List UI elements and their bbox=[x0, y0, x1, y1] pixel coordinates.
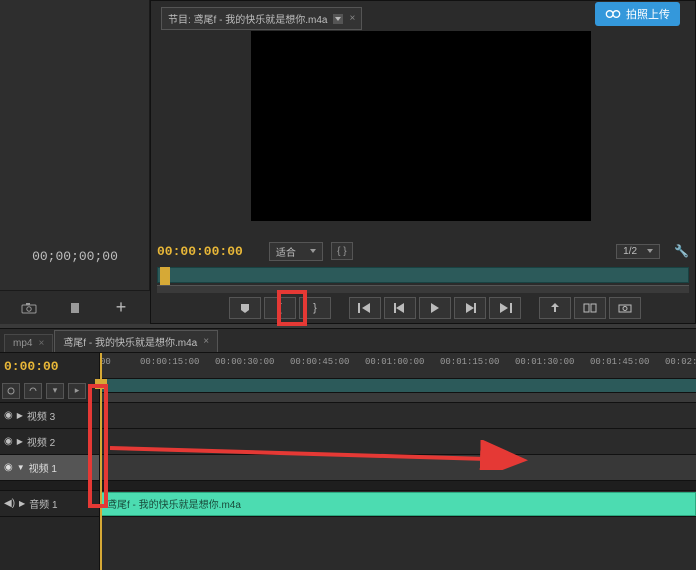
ruler-tick: 00:00:45:00 bbox=[290, 357, 349, 367]
program-scrollbar[interactable] bbox=[157, 285, 689, 293]
program-timecode[interactable]: 00:00:00:00 bbox=[157, 244, 243, 259]
upload-button[interactable]: 拍照上传 bbox=[595, 2, 680, 26]
work-area-bar[interactable] bbox=[100, 379, 696, 393]
expand-icon[interactable]: ▶ bbox=[17, 411, 23, 420]
close-icon[interactable]: × bbox=[38, 338, 44, 349]
sequence-timecode[interactable]: 0:00:00 bbox=[0, 353, 99, 379]
sequence-tabs: mp4 × 鸢尾f - 我的快乐就是想你.m4a × bbox=[0, 329, 696, 353]
program-viewport[interactable] bbox=[251, 31, 591, 221]
annotation-arrow bbox=[110, 440, 540, 470]
ruler-tick: 00:02:00 bbox=[665, 357, 696, 367]
sequence-tab-label: mp4 bbox=[13, 338, 32, 349]
track-divider bbox=[0, 481, 99, 491]
ruler-tick: 00:00:30:00 bbox=[215, 357, 274, 367]
snap-button[interactable] bbox=[2, 383, 20, 399]
step-back-button[interactable] bbox=[384, 297, 416, 319]
program-playhead[interactable] bbox=[160, 267, 170, 285]
toggle-icon[interactable]: ◉ bbox=[4, 436, 13, 447]
sequence-tab-label: 鸢尾f - 我的快乐就是想你.m4a bbox=[63, 334, 197, 349]
program-panel: 节目: 鸢尾f - 我的快乐就是想你.m4a × 00:00:00:00 适合 … bbox=[150, 0, 696, 324]
timeline-tools: ▾ ▸ bbox=[0, 379, 99, 403]
track-label: 音频 1 bbox=[29, 496, 57, 511]
program-controls-row: 00:00:00:00 适合 { } 1/2 🔧 bbox=[157, 241, 689, 261]
track-header-v2[interactable]: ◉ ▶ 视频 2 bbox=[0, 429, 99, 455]
ruler-tick: 00:01:00:00 bbox=[365, 357, 424, 367]
sequence-tab[interactable]: mp4 × bbox=[4, 334, 53, 352]
fit-dropdown[interactable]: 适合 bbox=[269, 242, 323, 261]
expand-icon[interactable]: ▶ bbox=[17, 437, 23, 446]
chevron-down-icon[interactable] bbox=[333, 14, 343, 24]
ruler-tick: 00:01:30:00 bbox=[515, 357, 574, 367]
track-header-a1[interactable]: ◀) ▶ 音频 1 bbox=[0, 491, 99, 517]
track-header-v1[interactable]: ◉ ▼ 视频 1 bbox=[0, 455, 99, 481]
audio-clip[interactable]: 鸢尾f - 我的快乐就是想你.m4a bbox=[100, 492, 696, 516]
go-to-in-button[interactable] bbox=[349, 297, 381, 319]
clip-label: 鸢尾f - 我的快乐就是想你.m4a bbox=[107, 500, 241, 511]
track-label: 视频 2 bbox=[27, 434, 55, 449]
transport-bar: { } bbox=[157, 295, 689, 321]
extract-button[interactable] bbox=[574, 297, 606, 319]
track-lane-a1[interactable]: 鸢尾f - 我的快乐就是想你.m4a bbox=[100, 491, 696, 517]
lift-button[interactable] bbox=[539, 297, 571, 319]
nest-button[interactable]: ▸ bbox=[68, 383, 86, 399]
toggle-icon[interactable]: ◉ bbox=[4, 410, 13, 421]
track-label: 视频 1 bbox=[29, 460, 57, 475]
source-timecode[interactable]: 00;00;00;00 bbox=[0, 249, 150, 264]
expand-icon[interactable]: ▶ bbox=[19, 499, 25, 508]
marker-tool-button[interactable]: ▾ bbox=[46, 383, 64, 399]
expand-icon[interactable]: ▼ bbox=[17, 463, 25, 472]
sequence-tab[interactable]: 鸢尾f - 我的快乐就是想你.m4a × bbox=[54, 330, 218, 352]
chevron-down-icon bbox=[647, 249, 653, 253]
add-marker-button[interactable] bbox=[229, 297, 261, 319]
program-tab[interactable]: 节目: 鸢尾f - 我的快乐就是想你.m4a × bbox=[161, 7, 362, 30]
marker-button[interactable] bbox=[63, 298, 87, 318]
solo-icon[interactable]: ◀) bbox=[4, 498, 15, 509]
bracket-button[interactable]: { } bbox=[331, 242, 353, 260]
timeline-playhead[interactable] bbox=[100, 353, 102, 570]
toggle-icon[interactable]: ◉ bbox=[4, 462, 13, 473]
program-tab-label: 节目: 鸢尾f - 我的快乐就是想你.m4a bbox=[168, 11, 327, 26]
step-forward-button[interactable] bbox=[454, 297, 486, 319]
resolution-dropdown[interactable]: 1/2 bbox=[616, 244, 660, 259]
upload-label: 拍照上传 bbox=[626, 6, 670, 22]
mark-in-button[interactable]: { bbox=[264, 297, 296, 319]
source-panel: 00;00;00;00 + bbox=[0, 0, 150, 324]
ruler-tick: 00:01:45:00 bbox=[590, 357, 649, 367]
track-header-column: 0:00:00 ▾ ▸ ◉ ▶ 视频 3 ◉ ▶ 视频 2 ◉ ▼ 视频 1 bbox=[0, 353, 100, 570]
program-timeline-strip[interactable] bbox=[157, 267, 689, 283]
mark-out-button[interactable]: } bbox=[299, 297, 331, 319]
track-label: 视频 3 bbox=[27, 408, 55, 423]
export-frame-button[interactable] bbox=[609, 297, 641, 319]
zoom-scrollbar[interactable] bbox=[100, 393, 696, 403]
settings-icon[interactable]: 🔧 bbox=[674, 244, 689, 258]
play-button[interactable] bbox=[419, 297, 451, 319]
fit-label: 适合 bbox=[276, 244, 296, 259]
link-selection-button[interactable] bbox=[24, 383, 42, 399]
playhead-handle[interactable] bbox=[95, 379, 107, 389]
track-lane-v3[interactable] bbox=[100, 403, 696, 429]
go-to-out-button[interactable] bbox=[489, 297, 521, 319]
add-button[interactable]: + bbox=[109, 298, 133, 318]
chevron-down-icon bbox=[310, 249, 316, 253]
track-header-v3[interactable]: ◉ ▶ 视频 3 bbox=[0, 403, 99, 429]
resolution-label: 1/2 bbox=[623, 246, 637, 257]
source-toolbar: + bbox=[0, 290, 150, 324]
link-icon bbox=[605, 8, 621, 20]
camera-icon[interactable] bbox=[17, 298, 41, 318]
time-ruler[interactable]: 00 00:00:15:00 00:00:30:00 00:00:45:00 0… bbox=[100, 353, 696, 379]
ruler-tick: 00:01:15:00 bbox=[440, 357, 499, 367]
track-divider bbox=[100, 481, 696, 491]
close-icon[interactable]: × bbox=[203, 336, 209, 347]
close-tab-icon[interactable]: × bbox=[349, 13, 355, 24]
ruler-tick: 00:00:15:00 bbox=[140, 357, 199, 367]
